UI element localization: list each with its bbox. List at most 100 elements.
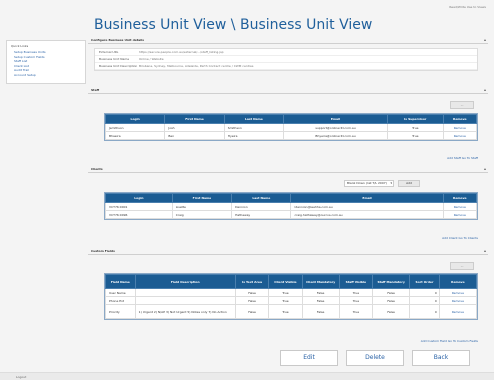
table-cell: Hathaway bbox=[231, 210, 292, 219]
footer-text[interactable]: Logout bbox=[16, 375, 26, 379]
column-header[interactable]: Staff Visible bbox=[338, 274, 374, 289]
collapse-icon[interactable]: ▴ bbox=[484, 167, 486, 171]
column-header: Remove bbox=[442, 193, 478, 203]
collapse-icon[interactable]: ▴ bbox=[484, 38, 486, 42]
column-header[interactable]: Login bbox=[104, 114, 166, 124]
column-header[interactable]: Field Name bbox=[105, 274, 136, 289]
staff-pager[interactable]: ... bbox=[450, 101, 474, 109]
column-header[interactable]: Email bbox=[290, 193, 444, 203]
table-row: Jsmithson Josh Smithson support@onlineci… bbox=[104, 123, 478, 132]
table-cell: False bbox=[372, 288, 411, 297]
edit-button[interactable]: Edit bbox=[280, 350, 338, 366]
column-header[interactable]: Login bbox=[105, 193, 173, 203]
clients-table: Login First Name Last Name Email Remove … bbox=[104, 192, 478, 220]
column-header[interactable]: First Name bbox=[171, 193, 233, 203]
table-cell: 1) Urgent 2) N/AP 3) Not Urgent 5) Notes… bbox=[134, 304, 236, 319]
table-cell: Craig bbox=[171, 210, 233, 219]
detail-row: Business Unit Name Online / Website bbox=[95, 56, 477, 63]
chevron-down-icon: ▾ bbox=[390, 181, 392, 185]
table-cell: craig.hathaway@ourcvs.com.au bbox=[290, 210, 444, 219]
remove-link[interactable]: Remove bbox=[438, 288, 478, 297]
quick-link-item[interactable]: Account Setup bbox=[11, 73, 81, 78]
delete-button[interactable]: Delete bbox=[346, 350, 404, 366]
remove-link[interactable]: Remove bbox=[442, 210, 478, 219]
clients-section-title: Clients bbox=[91, 167, 103, 171]
column-header[interactable]: Email bbox=[283, 114, 388, 124]
collapse-icon[interactable]: ▴ bbox=[484, 249, 486, 253]
client-select[interactable]: Blank Down (1st T/L 2007) ▾ bbox=[344, 180, 394, 187]
detail-value: Brisbane, Sydney, Melbourne, Adelaide, P… bbox=[139, 64, 254, 68]
remove-link[interactable]: Remove bbox=[438, 304, 478, 319]
detail-label: Business Unit Name bbox=[99, 57, 130, 61]
table-cell: Smithson bbox=[223, 123, 285, 132]
table-cell: Lisette bbox=[171, 202, 233, 211]
custom-fields-section-header[interactable]: Custom Fields ▴ bbox=[88, 249, 488, 255]
remove-link[interactable]: Remove bbox=[438, 296, 478, 305]
configure-section-title: Configure Business Unit details bbox=[91, 38, 145, 42]
table-row: VCT76:0001 Lisette Dennion ldennion@leeh… bbox=[105, 202, 478, 211]
table-cell: 0 bbox=[409, 304, 440, 319]
table-cell: Bhyeira@onlinecitl.com.au bbox=[283, 131, 388, 140]
table-cell: ldennion@leehha.com.au bbox=[290, 202, 444, 211]
remove-link[interactable]: Remove bbox=[442, 123, 478, 132]
user-status: Read/Write Use to Views bbox=[449, 5, 486, 9]
table-header-row: Login First Name Last Name Email Is Supe… bbox=[104, 114, 478, 124]
detail-row: External URL https://secure.people.com.a… bbox=[95, 49, 477, 56]
custom-fields-pager[interactable]: ... bbox=[450, 262, 474, 270]
table-cell: False bbox=[372, 296, 411, 305]
table-cell: False bbox=[234, 304, 270, 319]
page-title: Business Unit View \ Business Unit View bbox=[94, 17, 373, 33]
table-cell: False bbox=[372, 304, 411, 319]
column-header[interactable]: Is Supervisor bbox=[386, 114, 444, 124]
table-cell: 0 bbox=[409, 288, 440, 297]
client-select-value: Blank Down (1st T/L 2007) bbox=[347, 181, 387, 185]
table-cell: True bbox=[338, 288, 374, 297]
table-cell: 0 bbox=[409, 296, 440, 305]
remove-link[interactable]: Remove bbox=[442, 202, 478, 211]
column-header[interactable]: Last Name bbox=[231, 193, 292, 203]
staff-section-title: Staff bbox=[91, 88, 100, 92]
staff-links[interactable]: Add Staff Go To Staff bbox=[447, 156, 478, 160]
quick-links-title: Quick Links bbox=[11, 44, 29, 48]
table-cell: True bbox=[338, 296, 374, 305]
column-header[interactable]: Client Visible bbox=[268, 274, 303, 289]
table-cell: support@onlinecitl.com.au bbox=[283, 123, 388, 132]
column-header[interactable]: First Name bbox=[164, 114, 225, 124]
detail-row: Business Unit Description Brisbane, Sydn… bbox=[95, 63, 477, 70]
add-client-button[interactable]: Add bbox=[398, 180, 420, 187]
custom-fields-links[interactable]: Add Custom Field Go To Custom Fields bbox=[421, 339, 478, 343]
collapse-icon[interactable]: ▴ bbox=[484, 88, 486, 92]
table-cell: True bbox=[386, 123, 444, 132]
remove-link[interactable]: Remove bbox=[442, 131, 478, 140]
detail-label: Business Unit Description bbox=[99, 64, 138, 68]
quick-links-panel: Quick Links Setup Business Units Setup C… bbox=[6, 40, 86, 84]
footer: Logout bbox=[0, 372, 494, 380]
column-header[interactable]: Is Text Area bbox=[234, 274, 270, 289]
table-cell: Hyeira bbox=[223, 131, 285, 140]
detail-value: Online / Website bbox=[139, 57, 164, 61]
column-header[interactable]: Sort Order bbox=[409, 274, 440, 289]
table-cell: True bbox=[268, 304, 303, 319]
table-cell: True bbox=[268, 296, 303, 305]
table-row: Priority 1) Urgent 2) N/AP 3) Not Urgent… bbox=[105, 304, 478, 319]
column-header[interactable]: Client Mandatory bbox=[301, 274, 340, 289]
table-cell bbox=[134, 288, 236, 297]
configure-section-header[interactable]: Configure Business Unit details ▴ bbox=[88, 38, 488, 44]
staff-section-header[interactable]: Staff ▴ bbox=[88, 88, 488, 94]
custom-fields-table: Field Name Field Description Is Text Are… bbox=[104, 273, 478, 320]
table-cell: Dennion bbox=[231, 202, 292, 211]
clients-section-header[interactable]: Clients ▴ bbox=[88, 167, 488, 173]
table-cell: Josh bbox=[164, 123, 225, 132]
table-cell: Phone Ext bbox=[105, 296, 136, 305]
table-cell: Priority bbox=[105, 304, 136, 319]
detail-label: External URL bbox=[99, 50, 119, 54]
column-header: Remove bbox=[438, 274, 478, 289]
table-cell: User Name bbox=[105, 288, 136, 297]
staff-table: Login First Name Last Name Email Is Supe… bbox=[104, 113, 478, 141]
back-button[interactable]: Back bbox=[412, 350, 470, 366]
column-header[interactable]: Field Description bbox=[134, 274, 236, 289]
clients-links[interactable]: Add Client Go To Clients bbox=[442, 236, 478, 240]
column-header: Remove bbox=[442, 114, 478, 124]
column-header[interactable]: Staff Mandatory bbox=[372, 274, 411, 289]
column-header[interactable]: Last Name bbox=[223, 114, 285, 124]
